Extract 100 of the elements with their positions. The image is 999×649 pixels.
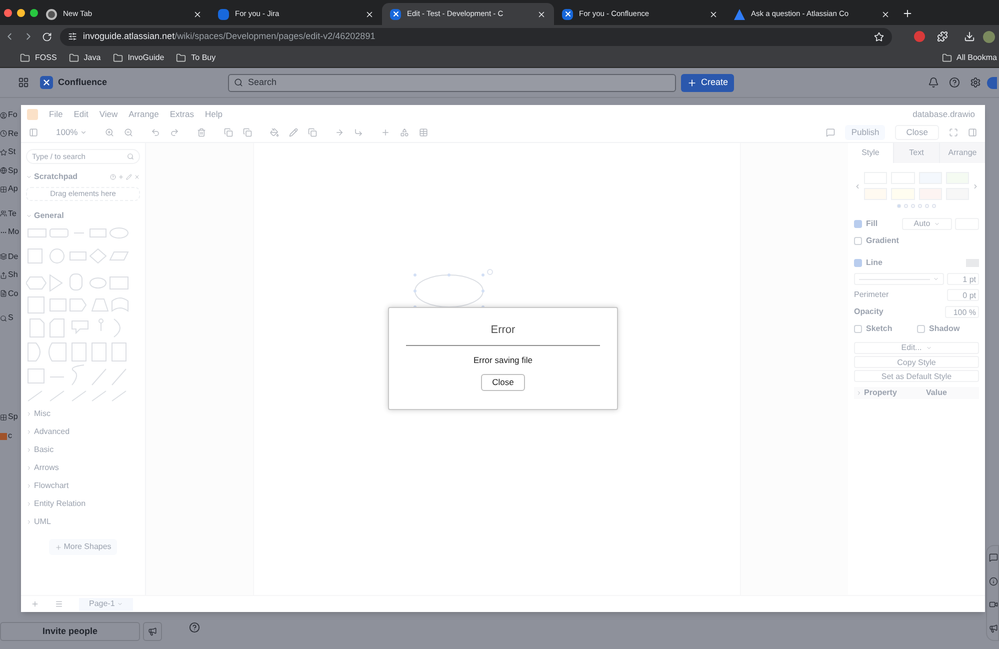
sidebar-item[interactable]: Re	[8, 128, 18, 140]
shapes-icon[interactable]	[400, 128, 409, 137]
settings-icon[interactable]	[970, 77, 981, 88]
shape-category[interactable]: Flowchart	[34, 480, 69, 492]
pages-menu-icon[interactable]	[55, 600, 63, 608]
sidebar-item[interactable]: c	[8, 430, 12, 442]
help-icon[interactable]	[949, 77, 960, 88]
connector-icon[interactable]	[334, 128, 344, 137]
close-button[interactable]: Close	[481, 374, 525, 392]
bookmark-link[interactable]: Java	[84, 52, 101, 64]
sidebar-item[interactable]: Te	[8, 208, 16, 220]
notifications-icon[interactable]	[928, 77, 939, 88]
comment-icon[interactable]	[826, 128, 836, 137]
new-tab-icon[interactable]	[902, 8, 913, 19]
shape-category[interactable]: UML	[34, 516, 51, 528]
shape-category[interactable]: Entity Relation	[34, 498, 86, 510]
download-icon[interactable]	[964, 31, 975, 42]
menu-item[interactable]: File	[49, 108, 63, 120]
bookmark-star-icon[interactable]	[874, 32, 884, 42]
table-icon[interactable]	[418, 128, 428, 137]
sidebar-item[interactable]: Sp	[8, 164, 18, 177]
address-field[interactable]: invoguide.atlassian.net/wiki/spaces/Developmen/pages/edit-v2/46202891	[60, 28, 892, 46]
line-width-field[interactable]: 1 pt	[947, 273, 979, 285]
sidebar-item[interactable]: S	[8, 312, 14, 324]
video-icon[interactable]	[989, 600, 998, 610]
format-tab[interactable]: Text	[893, 143, 939, 163]
perimeter-field[interactable]: 0 pt	[947, 289, 979, 301]
selected-ellipse-drawing[interactable]	[412, 269, 494, 309]
shape-category[interactable]: Arrows	[34, 462, 59, 474]
waypoint-icon[interactable]	[354, 128, 363, 137]
shape-category[interactable]: Basic	[34, 444, 54, 456]
sidebar-item[interactable]: St	[8, 146, 16, 158]
bookmark-link[interactable]: All Bookma	[956, 52, 997, 64]
zoom-out-icon[interactable]	[124, 128, 133, 137]
sidebar-item[interactable]: De	[8, 250, 18, 263]
menu-item[interactable]: View	[99, 108, 118, 120]
publish-button[interactable]: Publish	[845, 125, 886, 140]
product-name[interactable]: Confluence	[58, 76, 228, 90]
zoom-in-icon[interactable]	[104, 128, 114, 137]
delete-icon[interactable]	[196, 128, 206, 137]
edit-icon[interactable]	[126, 174, 132, 180]
section-title[interactable]: Scratchpad	[34, 171, 108, 183]
puzzle-icon[interactable]	[937, 31, 948, 42]
checkbox[interactable]	[917, 325, 925, 333]
line-style-dropdown[interactable]	[854, 273, 944, 285]
sidebar-item[interactable]: Ap	[8, 183, 18, 196]
more-shapes-button[interactable]: More Shapes	[48, 539, 118, 555]
profile-avatar[interactable]	[983, 30, 995, 42]
app-switcher-icon[interactable]	[18, 77, 29, 88]
checkbox[interactable]	[854, 220, 862, 228]
next-icon[interactable]	[972, 182, 979, 190]
checkbox[interactable]	[854, 237, 862, 245]
comment-icon[interactable]	[989, 553, 998, 562]
menu-item[interactable]: Arrange	[128, 108, 159, 120]
edit-style-button[interactable]: Edit...	[854, 342, 979, 354]
add-page-icon[interactable]	[31, 600, 39, 608]
menu-item[interactable]: Help	[204, 108, 222, 120]
invite-button[interactable]: Invite people	[0, 622, 140, 641]
close-button[interactable]: Close	[895, 125, 939, 140]
format-panel-toggle-icon[interactable]	[968, 128, 977, 137]
previous-icon[interactable]	[854, 182, 861, 190]
format-tab[interactable]: Arrange	[939, 143, 985, 163]
fill-mode-dropdown[interactable]: Auto	[902, 218, 952, 230]
shape-category[interactable]: Advanced	[34, 426, 70, 438]
fullscreen-icon[interactable]	[949, 128, 958, 137]
sidebar-toggle-icon[interactable]	[29, 128, 38, 137]
menu-item[interactable]: Extras	[170, 108, 194, 120]
megaphone-icon[interactable]	[989, 624, 998, 633]
bookmark-link[interactable]: InvoGuide	[128, 52, 164, 64]
checkbox[interactable]	[854, 325, 862, 333]
set-default-style-button[interactable]: Set as Default Style	[854, 370, 979, 382]
shape-category[interactable]: Misc	[34, 408, 50, 420]
create-button[interactable]: Create	[681, 74, 734, 92]
site-settings-icon[interactable]	[68, 32, 77, 41]
copy-style-button[interactable]: Copy Style	[854, 356, 979, 368]
megaphone-icon[interactable]	[143, 622, 162, 641]
bookmark-link[interactable]: To Buy	[191, 52, 216, 64]
search-field[interactable]: Search	[228, 74, 676, 92]
menu-item[interactable]: Edit	[74, 108, 88, 120]
sidebar-item[interactable]: Fo	[8, 109, 18, 122]
opacity-field[interactable]: 100 %	[945, 306, 979, 318]
page-tab[interactable]: Page-1	[79, 598, 133, 610]
extension-icon[interactable]	[914, 31, 925, 42]
info-icon[interactable]	[989, 576, 998, 586]
user-avatar[interactable]	[987, 76, 997, 88]
shape-category[interactable]: General	[34, 210, 64, 222]
redo-icon[interactable]	[170, 128, 179, 137]
add-icon[interactable]	[118, 174, 124, 180]
checkbox[interactable]	[854, 259, 862, 267]
fill-color-icon[interactable]	[270, 128, 279, 137]
zoom-dropdown[interactable]: 100%	[56, 126, 87, 139]
help-icon[interactable]	[189, 622, 200, 633]
reload-icon[interactable]	[42, 32, 52, 42]
insert-icon[interactable]	[380, 128, 390, 137]
sidebar-item[interactable]: Mo	[8, 226, 20, 238]
bookmark-link[interactable]: FOSS	[35, 52, 57, 64]
sidebar-item[interactable]: Co	[8, 288, 18, 300]
sidebar-item[interactable]: Sh	[8, 269, 18, 282]
sidebar-item[interactable]: Sp	[8, 411, 18, 423]
undo-icon[interactable]	[150, 128, 160, 137]
